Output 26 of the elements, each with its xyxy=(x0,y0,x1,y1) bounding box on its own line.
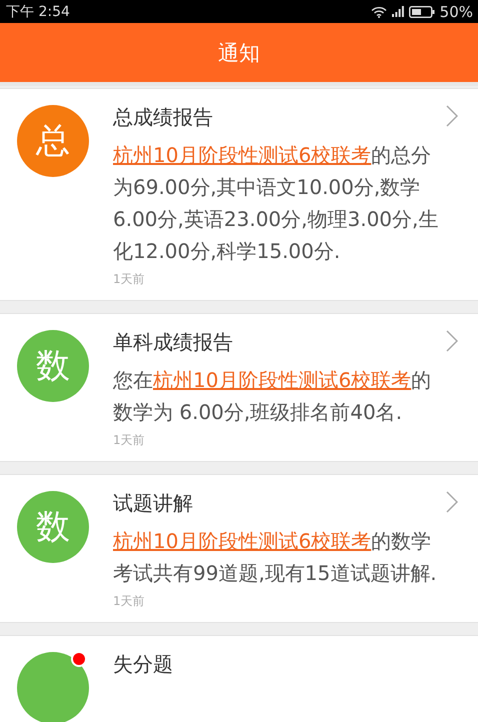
time-label: 1天前 xyxy=(113,432,146,449)
notification-text: 杭州10月阶段性测试6校联考的总分为69.00分,其中语文10.00分,数学6.00分,英语23.00分,物理3.00分,生化12.00分,科学15.00分. xyxy=(113,142,440,265)
chevron-icon xyxy=(446,105,458,127)
notification-card[interactable]: 数 单科成绩报告 您在杭州10月阶段性测试6校联考的数学为 6.00分,班级排名前40名. 1天前 xyxy=(0,313,478,462)
time-label: 1天前 xyxy=(113,271,146,288)
subject-avatar: 总 xyxy=(17,105,89,177)
signal-icon xyxy=(392,6,404,17)
notification-card[interactable]: 总 总成绩报告 杭州10月阶段性测试6校联考的总分为69.00分,其中语文10.00分,数学6.00分,英语23.00分,物理3.00分,生化12.00分,科学15.00分. 1天前 xyxy=(0,88,478,301)
chevron-icon xyxy=(446,491,458,513)
page-title: 通知 xyxy=(218,40,260,66)
notification-title: 失分题 xyxy=(113,651,174,678)
subject-avatar: 数 xyxy=(17,330,89,402)
notification-title: 试题讲解 xyxy=(113,490,194,517)
notification-card[interactable]: 数 试题讲解 杭州10月阶段性测试6校联考的数学考试共有99道题,现有15道试题讲解. 1天前 xyxy=(0,474,478,623)
battery-icon xyxy=(408,6,435,18)
notification-title: 总成绩报告 xyxy=(113,104,214,131)
battery-percent: 50% xyxy=(440,2,473,20)
chevron-icon xyxy=(446,330,458,352)
wifi-icon xyxy=(370,6,387,18)
time-label: 1天前 xyxy=(113,593,146,610)
notification-card[interactable]: 失分题 xyxy=(0,635,478,722)
notification-text: 杭州10月阶段性测试6校联考的数学考试共有99道题,现有15道试题讲解. xyxy=(113,528,438,587)
notification-text: 您在杭州10月阶段性测试6校联考的数学为 6.00分,班级排名前40名. xyxy=(113,367,432,426)
subject-avatar: 数 xyxy=(17,491,89,563)
notification-title: 单科成绩报告 xyxy=(113,329,234,356)
clock-time: 下午 2:54 xyxy=(6,2,70,20)
